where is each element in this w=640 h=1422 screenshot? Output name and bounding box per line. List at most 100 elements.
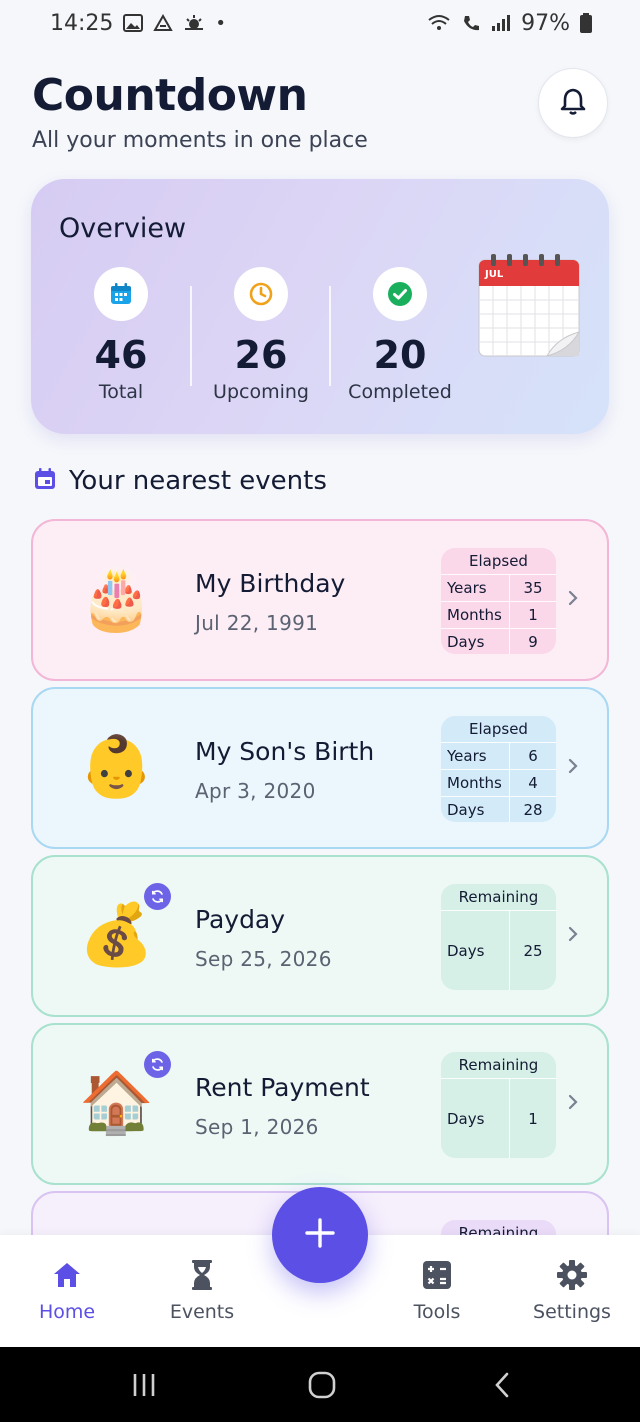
notifications-button[interactable] xyxy=(538,68,608,138)
stat-total-label: Total xyxy=(98,381,144,403)
gallery-icon xyxy=(123,14,144,32)
stat-total-value: 46 xyxy=(94,333,148,377)
counter-key: Years xyxy=(441,575,510,601)
check-circle-icon xyxy=(373,267,427,321)
event-card-my-birthday[interactable]: 🎂 My Birthday Jul 22, 1991 Elapsed Years… xyxy=(31,519,609,681)
page-title: Countdown xyxy=(32,70,308,121)
stat-completed-value: 20 xyxy=(373,333,427,377)
counter-row: Days 25 xyxy=(441,910,556,990)
home-icon xyxy=(12,1255,122,1295)
call-icon xyxy=(461,14,481,32)
counter-key: Days xyxy=(441,629,510,654)
chevron-right-icon xyxy=(567,1093,579,1115)
back-button[interactable] xyxy=(482,1367,522,1403)
counter-key: Days xyxy=(441,797,510,822)
nav-settings[interactable]: Settings xyxy=(517,1255,627,1323)
home-system-button[interactable] xyxy=(302,1367,342,1403)
counter-row: Days 1 xyxy=(441,1078,556,1158)
nav-label: Tools xyxy=(413,1301,461,1323)
stat-upcoming-label: Upcoming xyxy=(213,381,309,403)
counter-row: Months 4 xyxy=(441,769,556,796)
counter-value: 6 xyxy=(528,747,538,765)
battery-text: 97% xyxy=(521,10,570,36)
calendar-icon xyxy=(33,467,57,495)
house-icon: 🏠 xyxy=(79,1068,154,1138)
remaining-counter: Remaining Days 25 xyxy=(441,884,556,990)
clock-icon xyxy=(234,267,288,321)
event-card-rent-payment[interactable]: 🏠 Rent Payment Sep 1, 2026 Remaining Day… xyxy=(31,1023,609,1185)
counter-row: Months 1 xyxy=(441,601,556,628)
counter-label: Remaining xyxy=(458,1056,539,1074)
calendar-illustration: JUL xyxy=(477,254,581,362)
repeat-icon xyxy=(144,883,171,910)
plus-icon xyxy=(304,1217,336,1253)
add-event-button[interactable] xyxy=(272,1187,368,1283)
page-subtitle: All your moments in one place xyxy=(32,128,368,153)
counter-row: Days 28 xyxy=(441,796,556,822)
counter-value: 9 xyxy=(528,633,538,651)
birthday-cake-icon: 🎂 xyxy=(79,564,154,634)
bell-icon xyxy=(560,87,586,119)
nav-label: Events xyxy=(169,1301,235,1323)
elapsed-counter: Elapsed Years 35 Months 1 Days 9 xyxy=(441,548,556,654)
event-date: Apr 3, 2020 xyxy=(195,779,316,803)
stat-upcoming-value: 26 xyxy=(234,333,288,377)
counter-label: Remaining xyxy=(458,888,539,906)
money-bag-icon: 💰 xyxy=(79,900,154,970)
weather-icon xyxy=(183,14,205,32)
system-nav-bar xyxy=(0,1347,640,1422)
nav-tools[interactable]: Tools xyxy=(382,1255,492,1323)
counter-value: 25 xyxy=(523,942,543,960)
counter-label: Elapsed xyxy=(469,552,528,570)
stat-total: 46 Total xyxy=(51,267,191,403)
counter-value: 4 xyxy=(528,774,538,792)
chevron-right-icon xyxy=(567,757,579,779)
stat-completed-label: Completed xyxy=(348,381,452,403)
counter-row: Years 6 xyxy=(441,742,556,769)
nav-home[interactable]: Home xyxy=(12,1255,122,1323)
counter-key: Years xyxy=(441,743,510,769)
overview-card: Overview 46 Total 26 Upcoming 20 Complet… xyxy=(31,179,609,434)
event-date: Jul 22, 1991 xyxy=(195,611,319,635)
nav-events[interactable]: Events xyxy=(147,1255,257,1323)
drive-icon xyxy=(153,14,174,32)
recent-apps-button[interactable] xyxy=(124,1367,164,1403)
chevron-right-icon xyxy=(567,925,579,947)
elapsed-counter: Elapsed Years 6 Months 4 Days 28 xyxy=(441,716,556,822)
calculator-icon xyxy=(382,1255,492,1295)
status-bar: 14:25 • 97% xyxy=(0,0,640,46)
battery-icon xyxy=(580,13,592,33)
event-date: Sep 1, 2026 xyxy=(195,1115,319,1139)
remaining-counter: Remaining Days 1 xyxy=(441,1052,556,1158)
stat-completed: 20 Completed xyxy=(330,267,470,403)
status-right: 97% xyxy=(427,11,592,36)
overview-title: Overview xyxy=(59,213,187,244)
counter-key: Months xyxy=(441,770,510,796)
event-name: My Son's Birth xyxy=(195,737,375,766)
counter-row: Days 9 xyxy=(441,628,556,654)
section-header: Your nearest events xyxy=(33,466,327,496)
gear-icon xyxy=(517,1255,627,1295)
status-left: 14:25 • xyxy=(50,11,226,36)
event-date: Sep 25, 2026 xyxy=(195,947,332,971)
counter-key: Days xyxy=(441,911,510,990)
status-time: 14:25 xyxy=(50,10,114,36)
counter-key: Months xyxy=(441,602,510,628)
nav-label: Home xyxy=(38,1301,96,1323)
counter-key: Days xyxy=(441,1079,510,1158)
nav-label: Settings xyxy=(533,1301,611,1323)
counter-value: 28 xyxy=(523,801,543,819)
event-name: Payday xyxy=(195,905,286,934)
notification-dot: • xyxy=(215,12,227,34)
calendar-icon xyxy=(94,267,148,321)
hourglass-icon xyxy=(147,1255,257,1295)
repeat-icon xyxy=(144,1051,171,1078)
counter-value: 1 xyxy=(528,1110,538,1128)
stat-upcoming: 26 Upcoming xyxy=(191,267,331,403)
counter-row: Years 35 xyxy=(441,574,556,601)
event-card-payday[interactable]: 💰 Payday Sep 25, 2026 Remaining Days 25 xyxy=(31,855,609,1017)
event-card-my-sons-birth[interactable]: 👶 My Son's Birth Apr 3, 2020 Elapsed Yea… xyxy=(31,687,609,849)
counter-value: 1 xyxy=(528,606,538,624)
calendar-month: JUL xyxy=(484,269,504,280)
event-name: My Birthday xyxy=(195,569,346,598)
